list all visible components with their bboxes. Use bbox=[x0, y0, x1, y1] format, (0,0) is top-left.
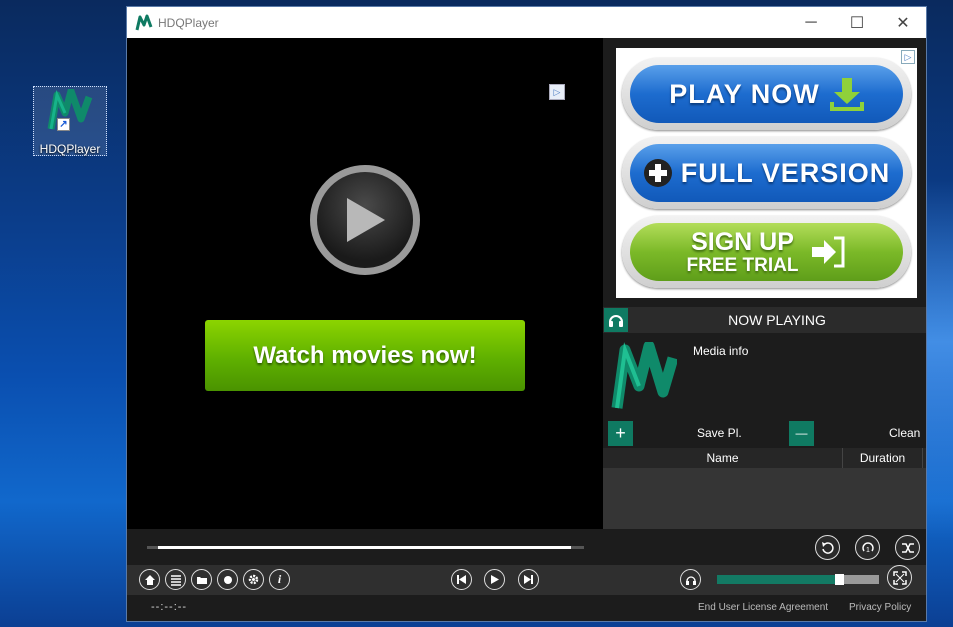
list-icon bbox=[170, 574, 181, 586]
media-info-panel: Media info bbox=[603, 334, 926, 419]
now-playing-title: NOW PLAYING bbox=[728, 312, 826, 328]
eula-link[interactable]: End User License Agreement bbox=[698, 602, 828, 613]
add-to-playlist-button[interactable]: + bbox=[608, 420, 633, 446]
info-icon: i bbox=[277, 572, 282, 586]
headphones-icon[interactable] bbox=[604, 308, 628, 332]
minimize-button[interactable]: ─ bbox=[788, 7, 834, 38]
audio-output-button[interactable] bbox=[680, 569, 701, 590]
now-playing-header: NOW PLAYING bbox=[603, 307, 926, 333]
play-button[interactable] bbox=[484, 569, 505, 590]
home-icon bbox=[144, 574, 155, 585]
shortcut-arrow-icon: ↗ bbox=[57, 118, 70, 131]
side-panel: ▷ PLAY NOW FULL VERSION SIGN UP FREE TRI… bbox=[603, 38, 926, 529]
login-arrow-icon bbox=[812, 236, 845, 268]
save-playlist-button[interactable]: Save Pl. bbox=[697, 426, 757, 440]
window-title: HDQPlayer bbox=[158, 15, 219, 30]
desktop-shortcut-hdqplayer[interactable]: ↗ HDQPlayer bbox=[33, 86, 107, 156]
big-play-button[interactable] bbox=[310, 165, 420, 275]
sign-up-label: SIGN UP bbox=[691, 227, 794, 256]
app-logo-icon bbox=[135, 14, 153, 30]
download-icon bbox=[829, 78, 864, 111]
plus-badge-icon bbox=[643, 159, 672, 187]
status-bar: --:--:-- End User License Agreement Priv… bbox=[127, 595, 926, 621]
maximize-button[interactable]: ☐ bbox=[834, 7, 880, 38]
gear-icon bbox=[248, 574, 259, 585]
seek-progress bbox=[158, 546, 572, 549]
skip-previous-icon bbox=[457, 575, 466, 584]
repeat-one-icon: 1 bbox=[861, 541, 874, 554]
fullscreen-icon bbox=[892, 570, 907, 585]
headphones-icon bbox=[685, 575, 696, 585]
time-display: --:--:-- bbox=[151, 601, 188, 613]
side-ad-banner[interactable]: ▷ PLAY NOW FULL VERSION SIGN UP FREE TRI… bbox=[616, 48, 917, 298]
settings-button[interactable] bbox=[243, 569, 264, 590]
next-track-button[interactable] bbox=[518, 569, 539, 590]
volume-slider[interactable] bbox=[717, 574, 879, 585]
media-info-label: Media info bbox=[693, 344, 749, 358]
column-header-duration[interactable]: Duration bbox=[843, 448, 923, 468]
control-toolbar: i bbox=[127, 565, 926, 595]
full-version-label: FULL VERSION bbox=[680, 157, 891, 188]
privacy-policy-link[interactable]: Privacy Policy bbox=[849, 602, 911, 613]
sign-up-free-trial-ad-button[interactable]: SIGN UP FREE TRIAL bbox=[622, 216, 911, 288]
previous-track-button[interactable] bbox=[451, 569, 472, 590]
title-bar: HDQPlayer ─ ☐ ✕ bbox=[127, 7, 926, 38]
clean-playlist-button[interactable]: Clean bbox=[889, 426, 920, 440]
remove-from-playlist-button[interactable]: — bbox=[789, 420, 814, 446]
seek-slider[interactable] bbox=[147, 546, 584, 549]
shuffle-button[interactable] bbox=[895, 535, 920, 560]
desktop-icon-label: HDQPlayer bbox=[39, 142, 101, 156]
full-version-ad-button[interactable]: FULL VERSION bbox=[622, 137, 911, 209]
seek-row: 1 bbox=[127, 529, 926, 565]
adchoices-icon[interactable]: ▷ bbox=[901, 50, 915, 64]
playlist-list[interactable] bbox=[603, 468, 926, 529]
repeat-icon bbox=[821, 541, 834, 554]
skip-next-icon bbox=[524, 575, 533, 584]
play-now-label: PLAY NOW bbox=[669, 78, 820, 109]
media-thumbnail-logo-icon bbox=[611, 342, 677, 409]
hdqplayer-logo-icon: ↗ bbox=[47, 87, 93, 131]
record-button[interactable] bbox=[217, 569, 238, 590]
fullscreen-button[interactable] bbox=[887, 565, 912, 590]
shuffle-icon bbox=[901, 542, 914, 553]
app-window: HDQPlayer ─ ☐ ✕ ▷ Watch movies now! ▷ PL… bbox=[126, 6, 927, 622]
playlist-header: Name Duration bbox=[603, 448, 926, 468]
folder-icon bbox=[196, 576, 207, 584]
open-folder-button[interactable] bbox=[191, 569, 212, 590]
play-now-ad-button[interactable]: PLAY NOW bbox=[622, 58, 911, 130]
volume-level bbox=[717, 575, 839, 584]
svg-text:1: 1 bbox=[866, 547, 870, 554]
video-area[interactable]: ▷ Watch movies now! bbox=[127, 38, 603, 529]
close-button[interactable]: ✕ bbox=[880, 7, 926, 38]
free-trial-label: FREE TRIAL bbox=[686, 254, 799, 276]
repeat-one-button[interactable]: 1 bbox=[855, 535, 880, 560]
playlist-button[interactable] bbox=[165, 569, 186, 590]
home-button[interactable] bbox=[139, 569, 160, 590]
record-icon bbox=[223, 575, 232, 584]
watch-movies-ad-button[interactable]: Watch movies now! bbox=[205, 320, 525, 391]
play-icon bbox=[491, 575, 499, 584]
repeat-button[interactable] bbox=[815, 535, 840, 560]
column-header-name[interactable]: Name bbox=[603, 448, 843, 468]
playlist-tools: + Save Pl. — Clean bbox=[603, 419, 926, 447]
info-button[interactable]: i bbox=[269, 569, 290, 590]
adchoices-icon[interactable]: ▷ bbox=[549, 84, 565, 100]
volume-thumb[interactable] bbox=[834, 574, 844, 585]
play-icon bbox=[347, 198, 385, 242]
